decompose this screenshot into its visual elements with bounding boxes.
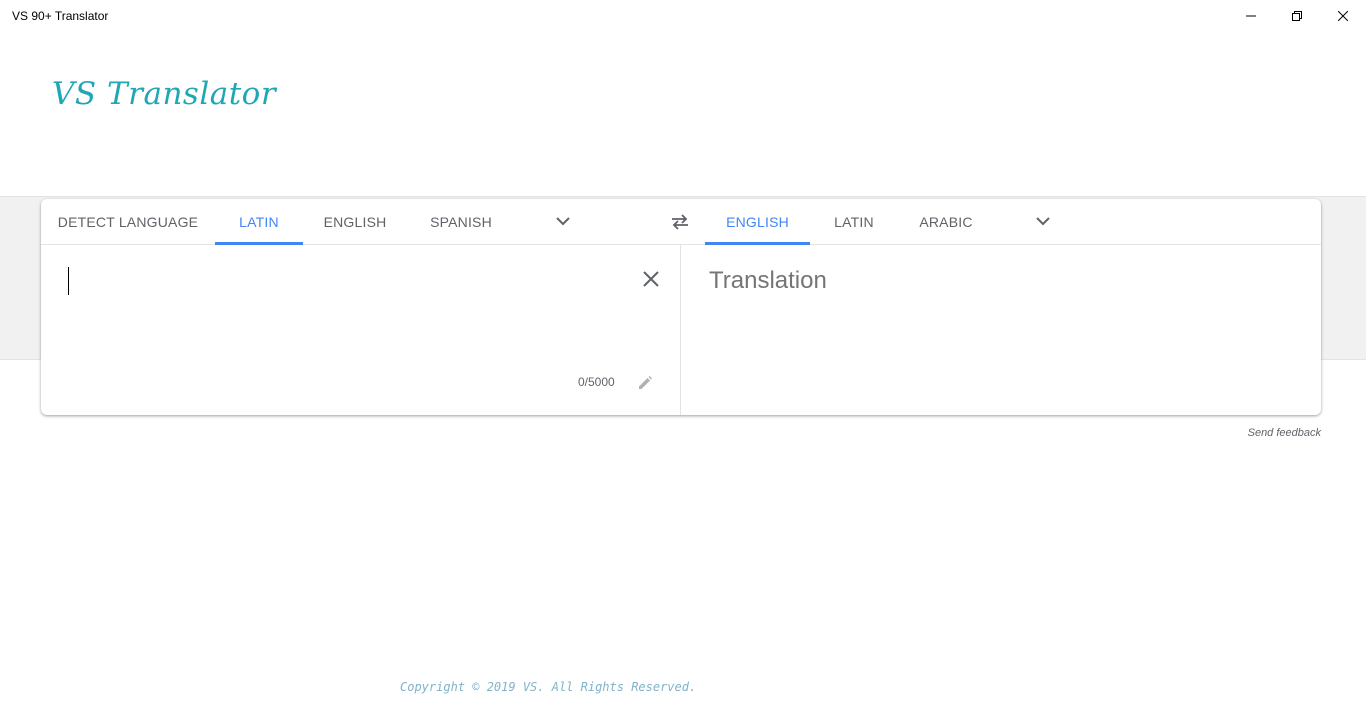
text-cursor — [68, 267, 69, 295]
translator-card: DETECT LANGUAGE LATIN ENGLISH SPANISH EN… — [41, 199, 1321, 415]
restore-icon — [1292, 11, 1302, 21]
source-tab-spanish[interactable]: SPANISH — [407, 199, 515, 244]
chevron-down-icon — [556, 217, 570, 226]
language-tabs-row: DETECT LANGUAGE LATIN ENGLISH SPANISH EN… — [41, 199, 1321, 245]
close-window-button[interactable] — [1320, 0, 1366, 32]
close-icon — [643, 271, 659, 287]
target-tab-arabic[interactable]: ARABIC — [898, 199, 994, 244]
source-tab-latin[interactable]: LATIN — [215, 199, 303, 245]
target-more-languages-button[interactable] — [1025, 199, 1061, 244]
source-tab-english[interactable]: ENGLISH — [303, 199, 407, 244]
clear-text-button[interactable] — [635, 263, 667, 295]
swap-languages-button[interactable] — [662, 199, 698, 244]
target-tab-latin[interactable]: LATIN — [810, 199, 898, 244]
source-more-languages-button[interactable] — [545, 199, 581, 244]
minimize-icon — [1246, 15, 1256, 17]
app-logo: VS Translator — [52, 76, 277, 112]
translation-output: Translation — [709, 267, 827, 294]
copyright-text: Copyright © 2019 VS. All Rights Reserved… — [400, 680, 697, 694]
minimize-button[interactable] — [1228, 0, 1274, 32]
edit-button[interactable] — [634, 372, 656, 394]
chevron-down-icon — [1036, 217, 1050, 226]
pane-divider — [680, 245, 681, 415]
character-counter: 0/5000 — [578, 375, 615, 389]
target-tab-english[interactable]: ENGLISH — [705, 199, 810, 245]
swap-arrows-icon — [672, 213, 688, 230]
title-bar: VS 90+ Translator — [0, 0, 1366, 32]
send-feedback-link[interactable]: Send feedback — [1248, 427, 1321, 439]
restore-button[interactable] — [1274, 0, 1320, 32]
close-icon — [1338, 11, 1348, 21]
pencil-icon — [639, 376, 652, 389]
source-text-input[interactable] — [41, 245, 680, 415]
source-tab-detect-language[interactable]: DETECT LANGUAGE — [41, 199, 215, 244]
window-title: VS 90+ Translator — [12, 9, 109, 23]
